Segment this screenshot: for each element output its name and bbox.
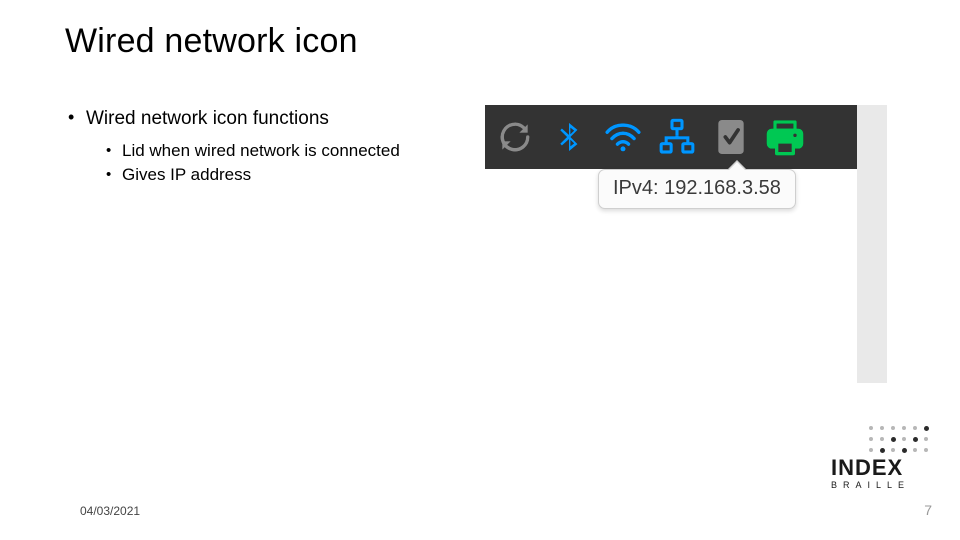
footer-date: 04/03/2021 [80,504,140,518]
bullet-text: Wired network icon functions [86,108,329,129]
wifi-icon[interactable] [603,117,643,157]
printer-icon[interactable] [765,117,805,157]
system-tray [485,105,857,169]
refresh-icon[interactable] [495,117,535,157]
logo-braille-dots [867,424,930,454]
ip-tooltip: IPv4: 192.168.3.58 [598,169,796,209]
scrollbar-track [857,105,887,383]
bluetooth-icon[interactable] [549,117,589,157]
figure-tray-tooltip: IPv4: 192.168.3.58 [485,105,887,215]
bullet-level2: Gives IP address [106,163,400,188]
bullet-text: Gives IP address [122,165,251,184]
brand-logo: INDEX BRAILLE [831,424,930,490]
checkmark-icon[interactable] [711,117,751,157]
bullet-level2: Lid when wired network is connected [106,139,400,164]
footer-page-number: 7 [924,502,932,518]
logo-subtext: BRAILLE [831,480,930,490]
ethernet-icon[interactable] [657,117,697,157]
bullet-level1: Wired network icon functions [68,104,400,133]
tooltip-text: IPv4: 192.168.3.58 [613,177,781,199]
content-bullets: Wired network icon functions Lid when wi… [68,104,400,188]
page-title: Wired network icon [65,22,358,61]
logo-wordmark: INDEX [831,458,930,478]
bullet-text: Lid when wired network is connected [122,141,400,160]
